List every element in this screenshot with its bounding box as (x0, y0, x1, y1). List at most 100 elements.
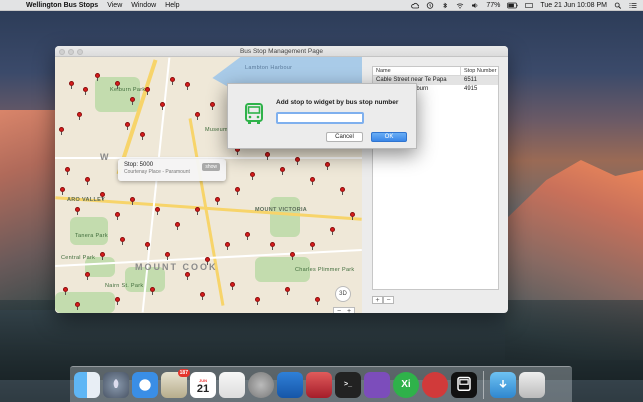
bus-stop-pin[interactable] (350, 212, 355, 220)
bus-stop-pin[interactable] (75, 302, 80, 310)
bus-stop-pin[interactable] (310, 242, 315, 250)
menu-view[interactable]: View (107, 2, 122, 9)
bus-stop-pin[interactable] (130, 197, 135, 205)
menu-window[interactable]: Window (131, 2, 156, 9)
bus-stop-pin[interactable] (85, 177, 90, 185)
column-header-name[interactable]: Name (373, 67, 461, 75)
bus-stop-pin[interactable] (75, 207, 80, 215)
xi-app-icon[interactable]: Xi (393, 371, 419, 398)
bus-stop-pin[interactable] (270, 242, 275, 250)
launchpad-icon[interactable] (103, 371, 129, 398)
bus-stop-pin[interactable] (195, 207, 200, 215)
mail-icon[interactable]: 187 (161, 368, 190, 398)
speech-icon[interactable] (422, 371, 448, 398)
add-stop-button[interactable]: + (372, 296, 383, 304)
safari-icon[interactable] (132, 371, 158, 398)
bus-stop-pin[interactable] (115, 212, 120, 220)
bus-stop-pin[interactable] (115, 297, 120, 305)
bus-stop-pin[interactable] (285, 287, 290, 295)
bus-app-icon[interactable] (451, 371, 477, 398)
bus-stop-pin[interactable] (280, 167, 285, 175)
menu-help[interactable]: Help (165, 2, 179, 9)
github-icon[interactable] (364, 371, 390, 398)
bus-stop-pin[interactable] (115, 81, 120, 89)
bus-stop-pin[interactable] (255, 297, 260, 305)
ok-button[interactable]: OK (371, 132, 407, 142)
photo-booth-icon[interactable] (306, 371, 332, 398)
callout-show-button[interactable]: show (202, 163, 220, 171)
bus-stop-pin[interactable] (145, 87, 150, 95)
volume-icon[interactable] (471, 2, 479, 9)
timemachine-icon[interactable] (426, 1, 434, 9)
bus-stop-pin[interactable] (130, 97, 135, 105)
spotlight-icon[interactable] (614, 2, 622, 9)
zoom-out-button[interactable]: − (334, 308, 344, 313)
bus-stop-pin[interactable] (69, 81, 74, 89)
bus-stop-pin[interactable] (185, 272, 190, 280)
remove-stop-button[interactable]: − (383, 296, 394, 304)
bus-stop-pin[interactable] (200, 292, 205, 300)
bus-stop-pin[interactable] (325, 162, 330, 170)
cloud-icon[interactable] (411, 2, 420, 9)
bus-stop-pin[interactable] (250, 172, 255, 180)
zoom-icon[interactable] (77, 48, 83, 55)
wifi-icon[interactable] (456, 2, 464, 9)
bus-stop-pin[interactable] (185, 82, 190, 90)
bus-stop-pin[interactable] (160, 102, 165, 110)
system-preferences-icon[interactable] (248, 371, 274, 398)
bus-stop-pin[interactable] (125, 122, 130, 130)
trash-icon[interactable] (519, 371, 545, 398)
bus-stop-pin[interactable] (210, 102, 215, 110)
bus-stop-pin[interactable] (120, 237, 125, 245)
bus-stop-pin[interactable] (170, 77, 175, 85)
zoom-in-button[interactable]: + (344, 308, 354, 313)
bluetooth-icon[interactable] (441, 2, 449, 9)
bus-stop-pin[interactable] (140, 132, 145, 140)
xcode-icon[interactable] (277, 371, 303, 398)
stop-number-input[interactable] (276, 112, 364, 124)
notification-center-icon[interactable] (629, 2, 637, 9)
cancel-button[interactable]: Cancel (326, 132, 363, 142)
preview-icon[interactable] (219, 371, 245, 398)
bus-stop-pin[interactable] (100, 192, 105, 200)
map-callout[interactable]: Stop: 5000 Courtenay Place - Paramount s… (118, 159, 226, 181)
bus-stop-pin[interactable] (175, 222, 180, 230)
bus-stop-pin[interactable] (290, 252, 295, 260)
menu-app-name[interactable]: Wellington Bus Stops (26, 2, 98, 9)
bus-stop-pin[interactable] (295, 157, 300, 165)
bus-stop-pin[interactable] (245, 232, 250, 240)
bus-stop-pin[interactable] (315, 297, 320, 305)
bus-stop-pin[interactable] (83, 87, 88, 95)
bus-stop-pin[interactable] (63, 287, 68, 295)
bus-stop-pin[interactable] (60, 187, 65, 195)
bus-stop-pin[interactable] (330, 227, 335, 235)
menubar-clock[interactable]: Tue 21 Jun 10:08 PM (540, 2, 607, 9)
bus-stop-pin[interactable] (155, 207, 160, 215)
calendar-icon[interactable]: JUN 21 (190, 371, 216, 398)
bus-stop-pin[interactable] (85, 272, 90, 280)
bus-stop-pin[interactable] (215, 197, 220, 205)
bus-stop-pin[interactable] (59, 127, 64, 135)
bus-stop-pin[interactable] (150, 287, 155, 295)
bus-stop-pin[interactable] (265, 152, 270, 160)
minimize-icon[interactable] (68, 48, 74, 55)
bus-stop-pin[interactable] (230, 282, 235, 290)
bus-stop-pin[interactable] (100, 252, 105, 260)
window-titlebar[interactable]: Bus Stop Management Page (55, 46, 508, 57)
bus-stop-pin[interactable] (77, 112, 82, 120)
bus-stop-pin[interactable] (145, 242, 150, 250)
close-icon[interactable] (59, 48, 65, 55)
bus-stop-pin[interactable] (235, 187, 240, 195)
column-header-stop-number[interactable]: Stop Number (461, 67, 496, 75)
downloads-folder-icon[interactable] (490, 371, 516, 398)
keyboard-icon[interactable] (525, 2, 534, 9)
bus-stop-pin[interactable] (205, 257, 210, 265)
terminal-icon[interactable]: >_ (335, 371, 361, 398)
finder-icon[interactable] (74, 371, 100, 398)
map-3d-button[interactable]: 3D (335, 286, 351, 302)
bus-stop-pin[interactable] (310, 177, 315, 185)
bus-stop-pin[interactable] (340, 187, 345, 195)
bus-stop-pin[interactable] (225, 242, 230, 250)
bus-stop-pin[interactable] (165, 252, 170, 260)
bus-stop-pin[interactable] (95, 73, 100, 81)
